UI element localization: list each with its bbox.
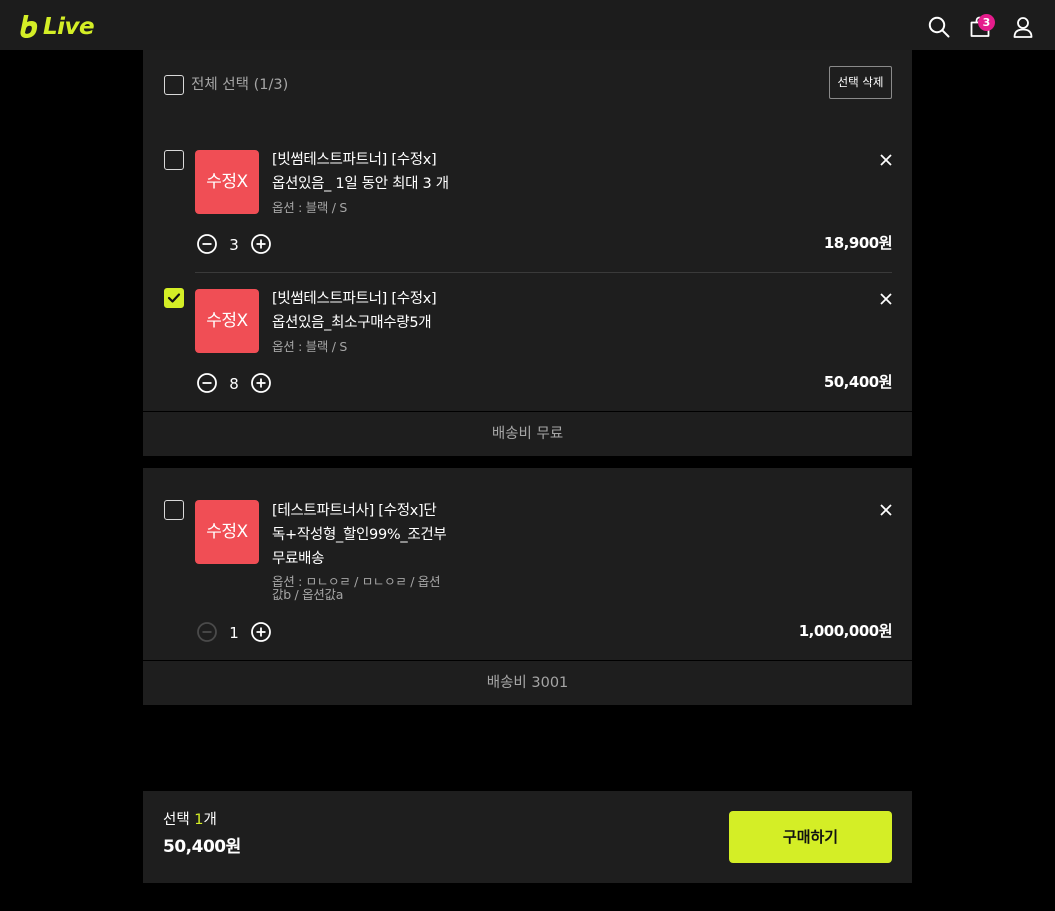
delete-selected-button[interactable]: 선택 삭제 bbox=[829, 66, 892, 99]
product-option: 옵션 : 블랙 / S bbox=[272, 200, 347, 215]
user-icon[interactable] bbox=[1012, 16, 1034, 38]
item-checkbox-checked[interactable] bbox=[164, 288, 184, 308]
logo-text: Live bbox=[43, 14, 95, 40]
minus-circle-icon-disabled[interactable] bbox=[196, 621, 218, 643]
buy-button[interactable]: 구매하기 bbox=[729, 811, 892, 863]
plus-circle-icon[interactable] bbox=[250, 372, 272, 394]
selected-count: 1 bbox=[194, 812, 204, 828]
logo[interactable]: Live bbox=[19, 14, 95, 40]
plus-circle-icon[interactable] bbox=[250, 233, 272, 255]
search-icon[interactable] bbox=[928, 16, 950, 38]
product-thumbnail[interactable]: 수정X bbox=[195, 500, 259, 564]
cart-group-1: 전체 선택 (1/3) 선택 삭제 수정X [빗썸테스트파트너] [수정x] 옵… bbox=[143, 50, 912, 456]
shipping-fee-bar: 배송비 무료 bbox=[143, 411, 912, 456]
cart-count-badge: 3 bbox=[978, 14, 995, 31]
product-thumbnail[interactable]: 수정X bbox=[195, 150, 259, 214]
selected-count-text: 선택 1개 bbox=[163, 812, 217, 828]
logo-b-icon bbox=[20, 15, 38, 39]
top-header: Live 3 bbox=[0, 0, 1055, 50]
minus-circle-icon[interactable] bbox=[196, 372, 218, 394]
cart-group-2: 수정X [테스트파트너사] [수정x]단 독+작성형_할인99%_조건부 무료배… bbox=[143, 468, 912, 705]
product-name[interactable]: [빗썸테스트파트너] [수정x] 옵션있음_최소구매수량5개 bbox=[272, 287, 472, 335]
product-option: 옵션 : ㅁㄴㅇㄹ / ㅁㄴㅇㄹ / 옵션 값b / 옵션값a bbox=[272, 574, 441, 602]
close-icon[interactable] bbox=[879, 153, 893, 167]
product-name[interactable]: [테스트파트너사] [수정x]단 독+작성형_할인99%_조건부 무료배송 bbox=[272, 499, 472, 571]
item-checkbox[interactable] bbox=[164, 150, 184, 170]
check-icon bbox=[167, 293, 181, 303]
total-price: 50,400원 bbox=[163, 837, 241, 857]
quantity-value: 3 bbox=[229, 236, 239, 254]
item-checkbox[interactable] bbox=[164, 500, 184, 520]
item-divider bbox=[195, 272, 892, 273]
select-all-checkbox[interactable] bbox=[164, 75, 184, 95]
product-name[interactable]: [빗썸테스트파트너] [수정x] 옵션있음_ 1일 동안 최대 3 개 bbox=[272, 148, 472, 196]
quantity-value: 8 bbox=[229, 375, 239, 393]
quantity-value: 1 bbox=[229, 624, 239, 642]
product-option: 옵션 : 블랙 / S bbox=[272, 339, 347, 354]
product-thumbnail[interactable]: 수정X bbox=[195, 289, 259, 353]
item-price: 18,900원 bbox=[823, 234, 893, 252]
shipping-fee-bar: 배송비 3001 bbox=[143, 660, 912, 705]
select-all-label: 전체 선택 (1/3) bbox=[191, 77, 289, 93]
plus-circle-icon[interactable] bbox=[250, 621, 272, 643]
item-price: 1,000,000원 bbox=[798, 622, 893, 640]
minus-circle-icon[interactable] bbox=[196, 233, 218, 255]
checkout-footer: 선택 1개 50,400원 구매하기 bbox=[143, 791, 912, 883]
close-icon[interactable] bbox=[879, 292, 893, 306]
item-price: 50,400원 bbox=[823, 373, 893, 391]
close-icon[interactable] bbox=[879, 503, 893, 517]
